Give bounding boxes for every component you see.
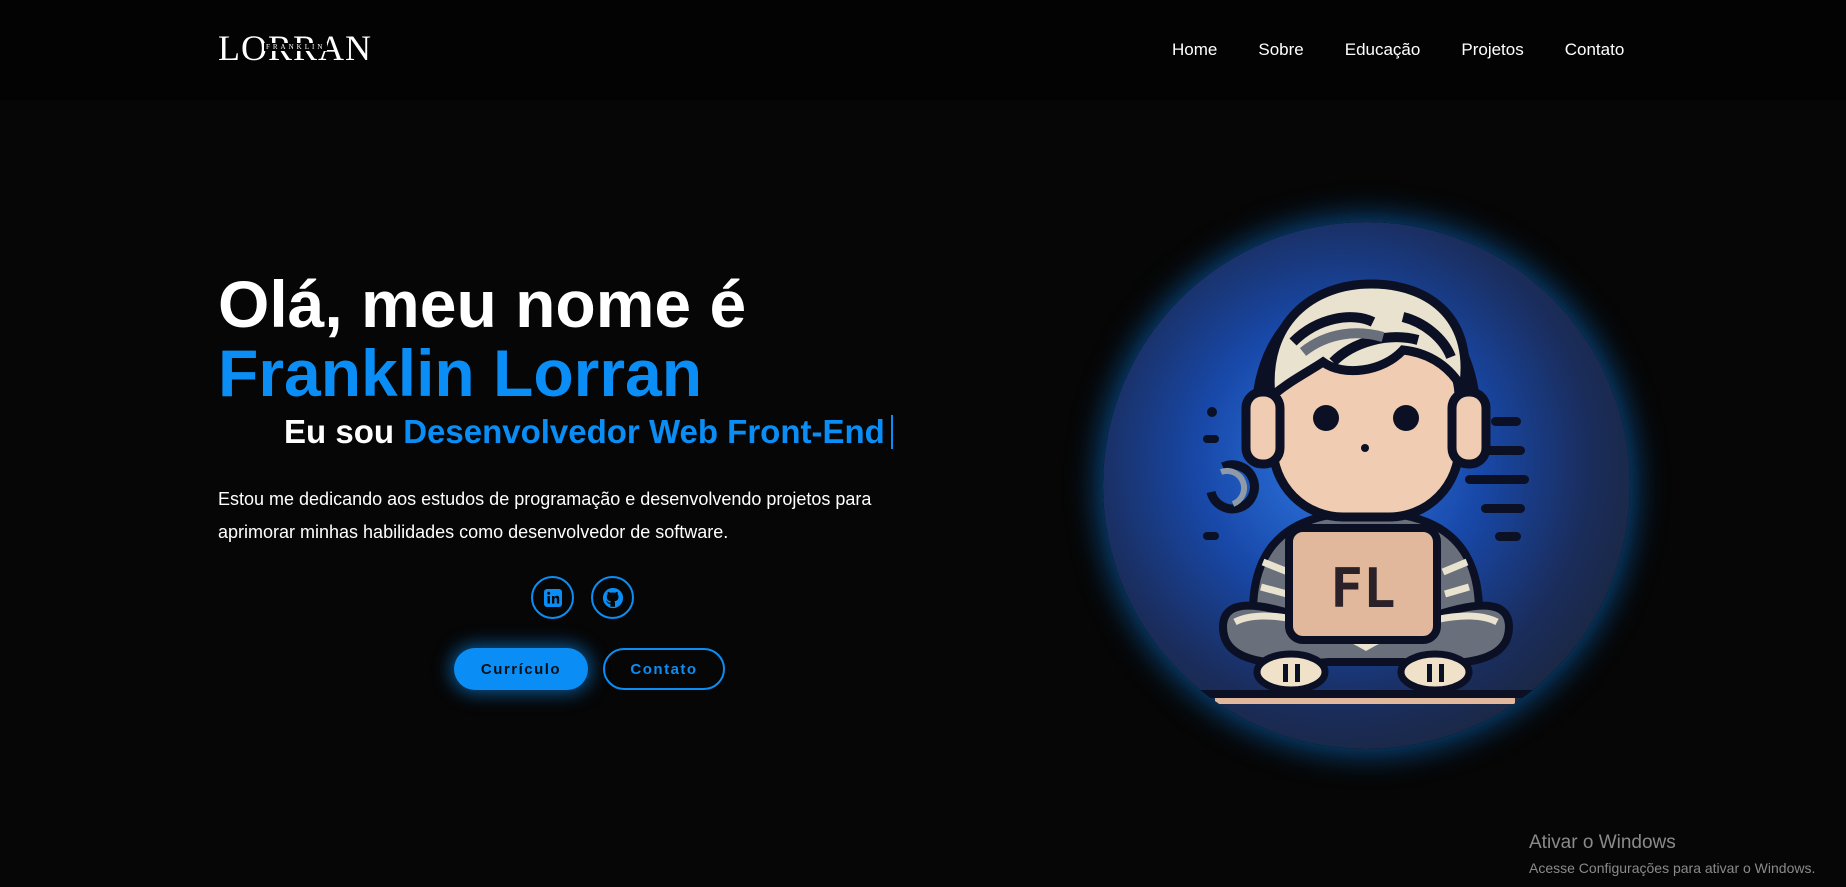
nav-link-sobre[interactable]: Sobre	[1258, 40, 1303, 60]
github-button[interactable]	[591, 576, 634, 619]
role-line: Eu sou Desenvolvedor Web Front-End	[284, 412, 893, 452]
cta-buttons: Currículo Contato	[454, 648, 725, 690]
logo-sub-text: FRANKLIN	[264, 43, 328, 51]
nav-link-projetos[interactable]: Projetos	[1461, 40, 1523, 60]
watermark-subtitle: Acesse Configurações para ativar o Windo…	[1529, 860, 1816, 876]
avatar-illustration: FL	[1103, 222, 1630, 749]
nav-link-educacao[interactable]: Educação	[1345, 40, 1421, 60]
social-links	[531, 576, 634, 619]
hero-name: Franklin Lorran	[218, 336, 703, 410]
site-header: LORRAN FRANKLIN Home Sobre Educação Proj…	[0, 0, 1846, 100]
windows-activation-watermark: Ativar o Windows Acesse Configurações pa…	[1529, 831, 1815, 877]
avatar: FL	[1103, 222, 1630, 749]
nav-link-home[interactable]: Home	[1172, 40, 1217, 60]
page: LORRAN FRANKLIN Home Sobre Educação Proj…	[0, 0, 1846, 887]
role-prefix: Eu sou	[284, 413, 395, 450]
github-icon	[602, 587, 623, 608]
linkedin-button[interactable]	[531, 576, 574, 619]
contato-button[interactable]: Contato	[603, 648, 725, 690]
curriculo-button[interactable]: Currículo	[454, 648, 588, 690]
linkedin-icon	[543, 588, 562, 607]
typing-cursor	[890, 415, 893, 449]
laptop-logo: FL	[1330, 557, 1395, 620]
main-nav: Home Sobre Educação Projetos Contato	[1172, 40, 1624, 60]
logo[interactable]: LORRAN FRANKLIN	[218, 30, 371, 66]
role-typed-text: Desenvolvedor Web Front-End	[403, 413, 885, 450]
nav-link-contato[interactable]: Contato	[1565, 40, 1625, 60]
watermark-title: Ativar o Windows	[1529, 832, 1676, 853]
hero-greeting: Olá, meu nome é	[218, 267, 747, 341]
hero-description: Estou me dedicando aos estudos de progra…	[218, 489, 872, 542]
